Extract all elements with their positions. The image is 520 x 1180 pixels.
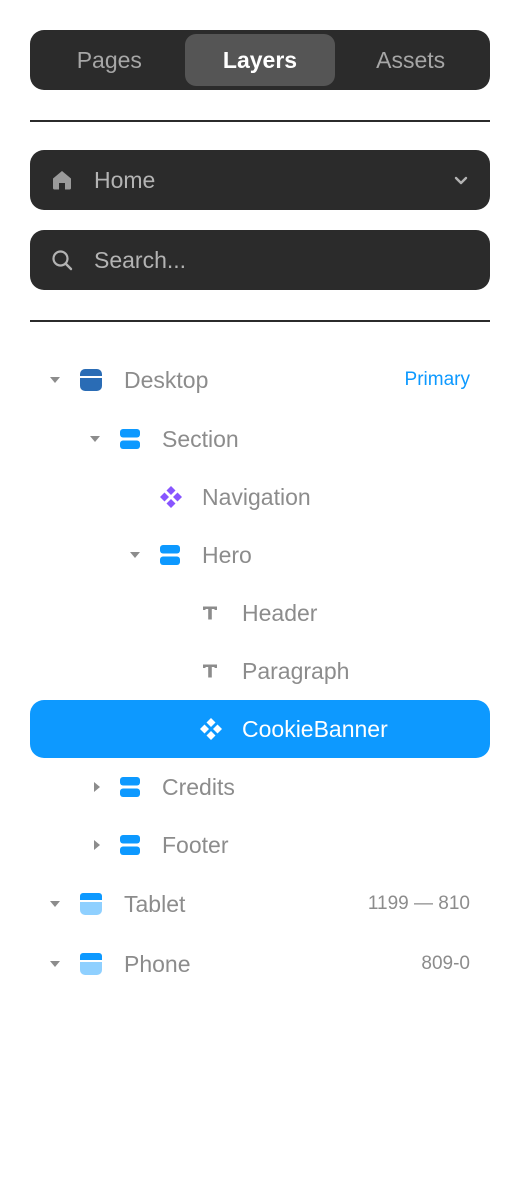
stack-icon: [120, 777, 140, 797]
tab-pages[interactable]: Pages: [34, 34, 185, 86]
search-box[interactable]: [30, 230, 490, 290]
page-selector-value: Home: [94, 166, 156, 193]
text-icon: [202, 663, 218, 679]
breakpoint-icon: [80, 893, 102, 915]
breakpoint-range: 1199 — 810: [367, 893, 470, 914]
search-input[interactable]: [94, 246, 470, 274]
caret-down-icon[interactable]: [50, 901, 60, 907]
layer-row-credits[interactable]: Credits: [30, 758, 490, 816]
layer-label: Navigation: [202, 483, 311, 510]
layer-row-cookiebanner[interactable]: CookieBanner: [30, 700, 490, 758]
stack-icon: [160, 545, 180, 565]
tab-layers[interactable]: Layers: [184, 34, 336, 86]
layer-label: Phone: [124, 950, 191, 977]
chevron-down-icon: [452, 171, 470, 189]
breakpoint-icon: [80, 369, 102, 391]
primary-badge: Primary: [404, 369, 470, 390]
component-icon: [159, 485, 183, 509]
page-selector[interactable]: Home: [30, 150, 490, 210]
search-icon: [50, 248, 74, 272]
layer-row-footer[interactable]: Footer: [30, 816, 490, 874]
layer-label: Paragraph: [242, 657, 350, 684]
layer-label: Header: [242, 599, 318, 626]
layer-row-phone[interactable]: Phone 809-0: [30, 935, 490, 993]
stack-icon: [120, 429, 140, 449]
layer-label: CookieBanner: [242, 715, 388, 742]
caret-right-icon[interactable]: [94, 840, 100, 850]
panel-tabs: Pages Layers Assets: [30, 30, 490, 90]
component-instance-icon: [199, 717, 223, 741]
caret-down-icon[interactable]: [130, 552, 140, 558]
layer-row-paragraph[interactable]: Paragraph: [30, 642, 490, 700]
caret-right-icon[interactable]: [94, 782, 100, 792]
layer-row-hero[interactable]: Hero: [30, 526, 490, 584]
layer-label: Section: [162, 425, 239, 452]
stack-icon: [120, 835, 140, 855]
home-icon: [50, 168, 74, 192]
layer-row-section[interactable]: Section: [30, 410, 490, 468]
divider-top: [30, 120, 490, 122]
layer-row-header[interactable]: Header: [30, 584, 490, 642]
breakpoint-icon: [80, 953, 102, 975]
caret-down-icon[interactable]: [90, 436, 100, 442]
layer-label: Desktop: [124, 366, 209, 393]
tab-assets[interactable]: Assets: [335, 34, 486, 86]
breakpoint-range: 809-0: [421, 953, 470, 974]
layer-row-navigation[interactable]: Navigation: [30, 468, 490, 526]
layer-label: Hero: [202, 541, 252, 568]
layer-row-tablet[interactable]: Tablet 1199 — 810: [30, 875, 490, 933]
text-icon: [202, 605, 218, 621]
caret-down-icon[interactable]: [50, 961, 60, 967]
layer-row-desktop[interactable]: Desktop Primary: [30, 351, 490, 409]
layer-label: Tablet: [124, 890, 186, 917]
layer-label: Credits: [162, 773, 235, 800]
divider-bottom: [30, 320, 490, 322]
layer-label: Footer: [162, 831, 229, 858]
caret-down-icon[interactable]: [50, 377, 60, 383]
